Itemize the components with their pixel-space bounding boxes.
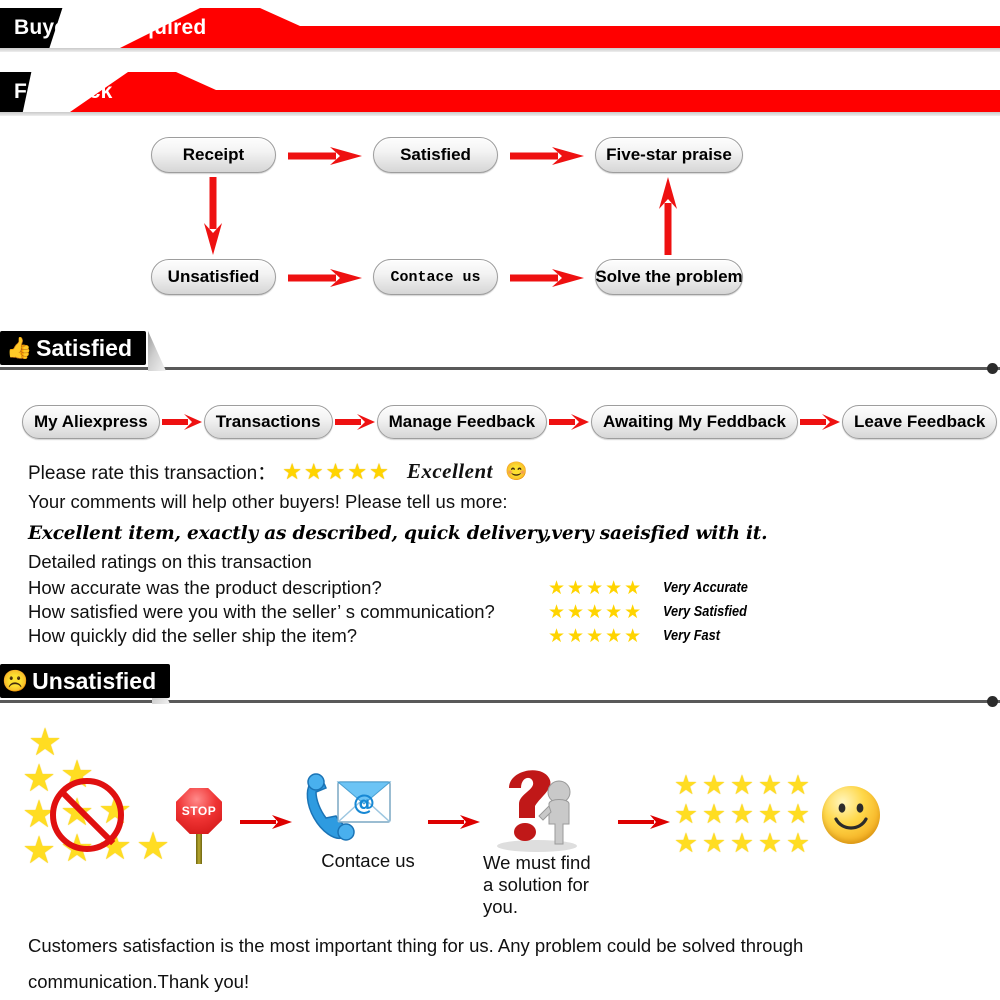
feedback-flowchart: Receipt Satisfied Five-star praise Unsat…	[0, 125, 1000, 315]
rating-label: Very Satisfied	[663, 604, 747, 620]
contact-us-label: Contace us	[321, 850, 415, 871]
smiley-features	[834, 803, 868, 830]
svg-text:@: @	[353, 791, 375, 816]
banner-buyers-required: Buyers & Required	[0, 8, 1000, 52]
question-mark-figure-icon	[497, 770, 577, 852]
unsatisfied-graphic-row: ★ ★ ★ ★ ★ ★ ★ ★ ★ ★ STOP @ Contace us We…	[0, 718, 1000, 918]
rating-question: How quickly did the seller ship the item…	[28, 625, 358, 646]
flow-arrow-contact-to-solve	[510, 269, 584, 287]
flow-node-five-star-praise[interactable]: Five-star praise	[595, 137, 743, 173]
five-star-grid-icon: ★ ★ ★ ★ ★ ★ ★ ★ ★ ★ ★ ★ ★ ★ ★	[673, 770, 811, 858]
flow-node-receipt[interactable]: Receipt	[151, 137, 276, 173]
rating-stars[interactable]: ★★★★★	[548, 603, 663, 622]
graphic-arrow-3	[618, 815, 670, 829]
flow-node-contact-us[interactable]: Contace us	[373, 259, 498, 295]
review-text: Excellent item, exactly as described, qu…	[28, 523, 768, 544]
comments-prompt: Your comments will help other buyers! Pl…	[28, 491, 508, 512]
detailed-rating-row-accuracy: How accurate was the product description…	[28, 576, 968, 600]
smiley-face-icon: 😊	[504, 461, 528, 481]
graphic-arrow-2	[428, 815, 480, 829]
flow-node-solve-the-problem[interactable]: Solve the problem	[595, 259, 743, 295]
flow-arrow-receipt-to-satisfied	[288, 147, 362, 165]
breadcrumb-step-transactions[interactable]: Transactions	[203, 405, 333, 439]
banner-title-buyers-required: Buyers & Required	[14, 16, 207, 39]
rating-word: Excellent	[406, 459, 493, 483]
graphic-arrow-1	[240, 815, 292, 829]
rate-transaction-prompt: Please rate this transaction：	[28, 463, 277, 484]
breadcrumb-step-awaiting-my-feedback[interactable]: Awaiting My Feddback	[591, 405, 798, 439]
detailed-ratings-title: Detailed ratings on this transaction	[28, 551, 312, 572]
no-bad-rating-icon: ★ ★ ★ ★ ★ ★ ★ ★ ★ ★	[22, 722, 171, 872]
section-header-unsatisfied: ☹️ Unsatisfied	[0, 664, 1000, 707]
phone-email-icon: @	[306, 773, 392, 841]
breadcrumb-step-leave-feedback[interactable]: Leave Feedback	[842, 405, 998, 439]
stop-sign-icon: STOP	[176, 788, 226, 880]
section-rule-dot	[987, 363, 998, 374]
breadcrumb-arrow-4	[800, 414, 840, 430]
section-rule	[0, 700, 1000, 703]
banner-title-feedback: Feedback	[14, 80, 113, 103]
breadcrumb-arrow-1	[161, 414, 202, 430]
section-rule-dot	[987, 696, 998, 707]
banner-feedback: Feedback	[0, 72, 1000, 116]
prohibition-circle-icon	[50, 778, 124, 852]
flow-arrow-receipt-to-unsatisfied	[204, 177, 222, 255]
breadcrumb-arrow-2	[334, 414, 375, 430]
big-smiley-face-icon	[822, 786, 880, 844]
rating-question: How satisfied were you with the seller’ …	[28, 601, 495, 622]
rating-label: Very Fast	[663, 628, 720, 644]
detailed-rating-row-communication: How satisfied were you with the seller’ …	[28, 600, 968, 624]
rating-block: Please rate this transaction： ★★★★★ Exce…	[28, 458, 968, 544]
tab-fold-corner	[148, 331, 166, 371]
stop-sign-label: STOP	[181, 804, 217, 818]
tab-unsatisfied-label: Unsatisfied	[32, 667, 157, 694]
tab-unsatisfied: ☹️ Unsatisfied	[0, 664, 171, 698]
stop-sign-plate: STOP	[176, 788, 222, 834]
tab-satisfied-label: Satisfied	[36, 334, 133, 361]
detailed-rating-row-shipping: How quickly did the seller ship the item…	[28, 624, 968, 648]
rating-stars[interactable]: ★★★★★	[548, 627, 663, 646]
thumbs-up-icon: 👍	[6, 336, 33, 360]
detailed-ratings: Detailed ratings on this transaction How…	[28, 551, 968, 648]
feedback-breadcrumb-steps: My Aliexpress Transactions Manage Feedba…	[0, 400, 1000, 444]
find-solution-label: We must find a solution for you.	[483, 852, 591, 917]
flow-node-satisfied[interactable]: Satisfied	[373, 137, 498, 173]
banner-shadow	[0, 48, 1000, 52]
tab-satisfied: 👍 Satisfied	[0, 331, 147, 365]
frowning-face-icon: ☹️	[2, 669, 29, 693]
rate-transaction-line: Please rate this transaction： ★★★★★ Exce…	[28, 458, 968, 485]
section-header-satisfied: 👍 Satisfied	[0, 331, 1000, 374]
footer-message: Customers satisfaction is the most impor…	[28, 935, 804, 993]
flow-arrow-unsatisfied-to-contact	[288, 269, 362, 287]
breadcrumb-arrow-3	[549, 414, 590, 430]
breadcrumb-step-my-aliexpress[interactable]: My Aliexpress	[22, 405, 160, 439]
flow-arrow-satisfied-to-praise	[510, 147, 584, 165]
rating-stars[interactable]: ★★★★★	[548, 579, 663, 598]
rating-label: Very Accurate	[663, 580, 748, 596]
rating-stars[interactable]: ★★★★★	[282, 460, 391, 483]
flow-node-unsatisfied[interactable]: Unsatisfied	[151, 259, 276, 295]
rating-question: How accurate was the product description…	[28, 577, 382, 598]
flow-arrow-solve-to-praise	[659, 177, 677, 255]
breadcrumb-step-manage-feedback[interactable]: Manage Feedback	[376, 405, 548, 439]
banner-shadow	[0, 112, 1000, 116]
